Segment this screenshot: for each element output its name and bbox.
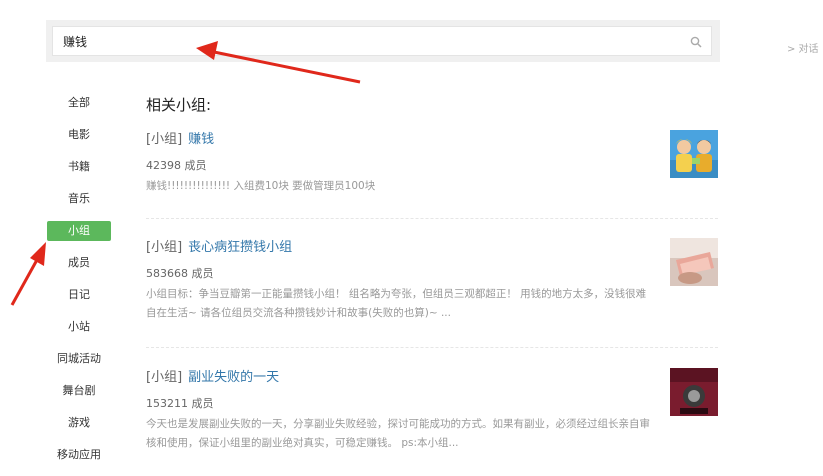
group-avatar[interactable] — [670, 238, 718, 286]
nav-item-all[interactable]: 全部 — [44, 92, 114, 124]
search-bar — [46, 20, 720, 62]
group-link[interactable]: 副业失败的一天 — [188, 370, 279, 385]
nav-item-drama[interactable]: 舞台剧 — [44, 380, 114, 412]
result-tag: [小组] — [146, 132, 183, 147]
result-title: [小组] 赚钱 — [146, 130, 720, 150]
group-avatar[interactable] — [670, 368, 718, 416]
member-count: 153211 成员 — [146, 397, 214, 410]
group-link[interactable]: 丧心病狂攒钱小组 — [188, 240, 292, 255]
group-avatar[interactable] — [670, 130, 718, 178]
category-nav: 全部 电影 书籍 音乐 小组 成员 日记 小站 同城活动 舞台剧 游戏 移动应用 — [44, 92, 114, 476]
nav-item-music[interactable]: 音乐 — [44, 188, 114, 220]
nav-item-diary[interactable]: 日记 — [44, 284, 114, 316]
group-description: 小组目标：争当豆瓣第一正能量攒钱小组！ 组名略为夸张，但组员三观都超正！ 用钱的… — [146, 288, 647, 319]
result-tag: [小组] — [146, 240, 183, 255]
group-link[interactable]: 赚钱 — [188, 132, 214, 147]
search-icon[interactable] — [690, 36, 702, 48]
search-input[interactable] — [52, 26, 712, 56]
arrow-to-groups-tab — [10, 242, 46, 306]
group-result: [小组] 赚钱 42398 成员 赚钱!!!!!!!!!!!!!!! 入组费10块… — [146, 130, 720, 196]
group-description: 今天也是发展副业失败的一天，分享副业失败经验，探讨可能成功的方式。如果有副业，必… — [146, 418, 650, 449]
member-count: 42398 成员 — [146, 159, 207, 172]
group-result: [小组] 副业失败的一天 153211 成员 今天也是发展副业失败的一天，分享副业… — [146, 368, 720, 453]
nav-item-books[interactable]: 书籍 — [44, 156, 114, 188]
nav-item-sites[interactable]: 小站 — [44, 316, 114, 348]
side-link[interactable]: > 对话 — [787, 40, 819, 55]
result-title: [小组] 副业失败的一天 — [146, 368, 720, 388]
divider — [146, 218, 718, 219]
group-result: [小组] 丧心病狂攒钱小组 583668 成员 小组目标：争当豆瓣第一正能量攒钱小… — [146, 238, 720, 323]
nav-item-events[interactable]: 同城活动 — [44, 348, 114, 380]
nav-item-games[interactable]: 游戏 — [44, 412, 114, 444]
divider — [146, 347, 718, 348]
nav-item-members[interactable]: 成员 — [44, 252, 114, 284]
nav-item-groups[interactable]: 小组 — [44, 220, 114, 252]
nav-item-apps[interactable]: 移动应用 — [44, 444, 114, 476]
member-count: 583668 成员 — [146, 267, 214, 280]
nav-item-movies[interactable]: 电影 — [44, 124, 114, 156]
section-title: 相关小组: — [146, 96, 212, 114]
group-description: 赚钱!!!!!!!!!!!!!!! 入组费10块 要做管理员100块 — [146, 180, 376, 192]
result-title: [小组] 丧心病狂攒钱小组 — [146, 238, 720, 258]
result-tag: [小组] — [146, 370, 183, 385]
